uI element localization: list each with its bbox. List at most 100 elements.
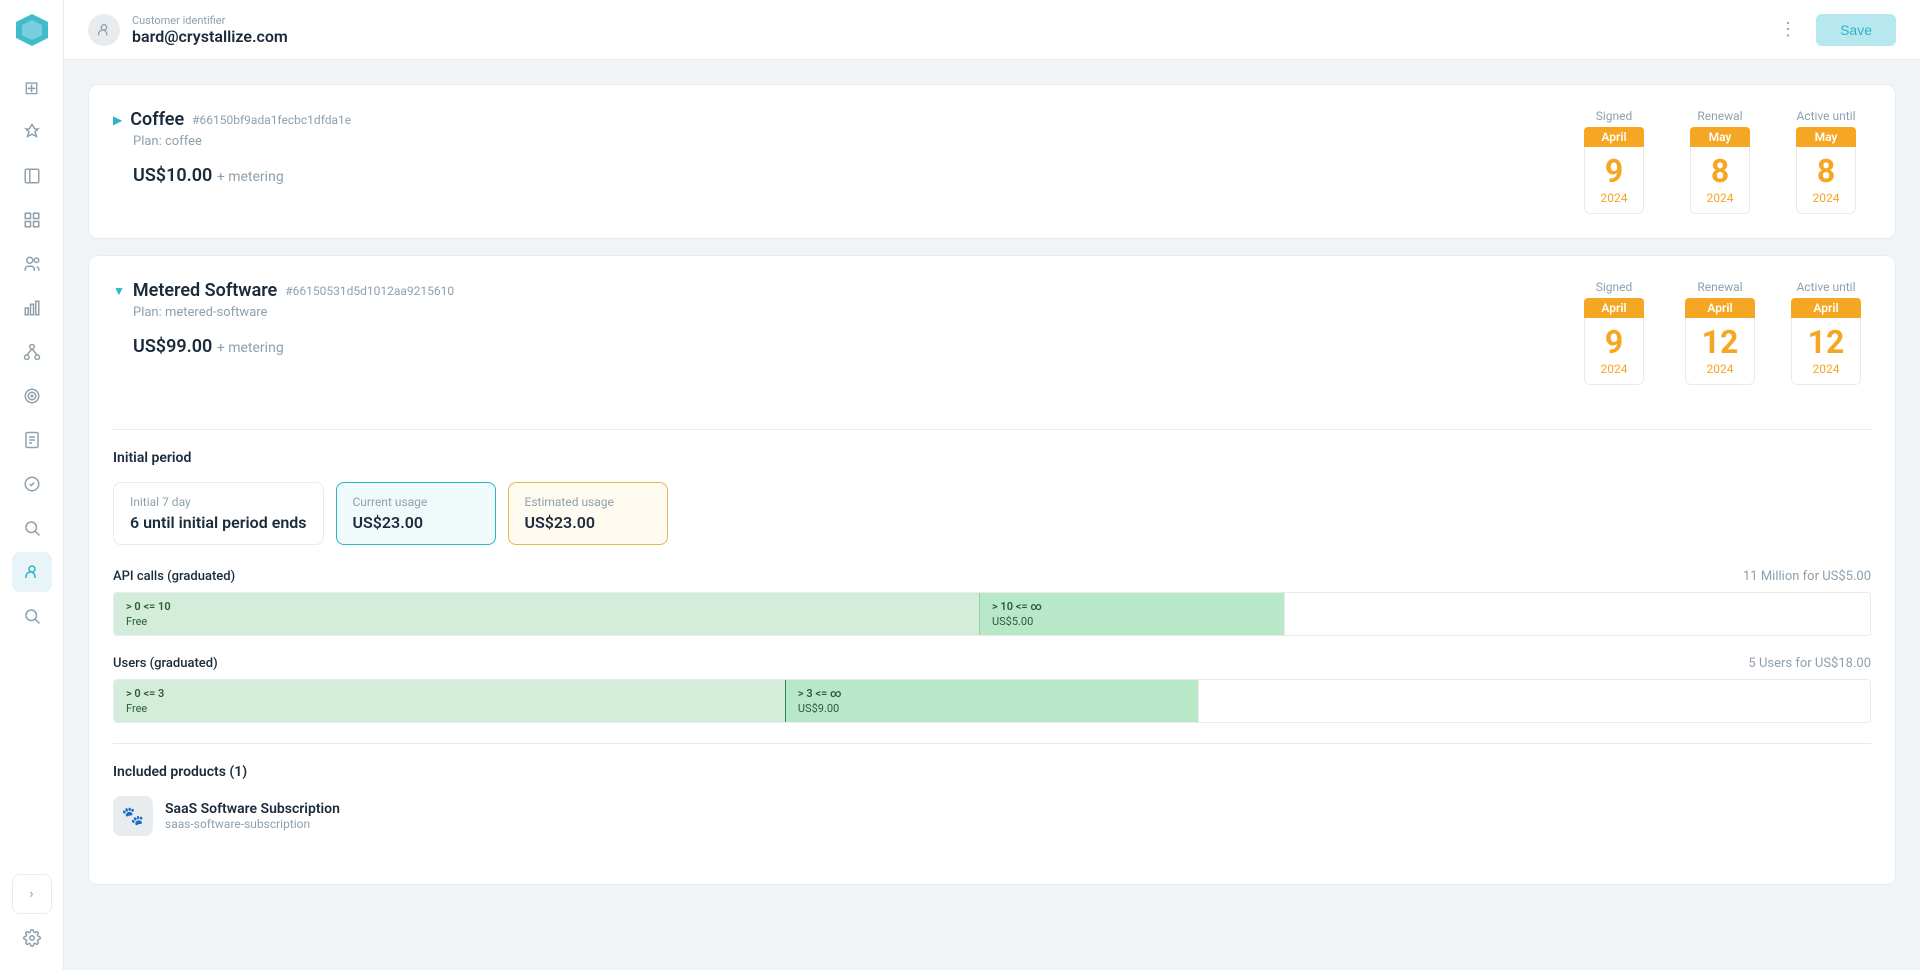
users-summary: 5 Users for US$18.00 [1748, 656, 1871, 671]
main-area: Customer identifier bard@crystallize.com… [64, 0, 1920, 970]
metered-software-active-until-year: 2024 [1808, 362, 1845, 376]
sidebar-item-chart[interactable] [12, 288, 52, 328]
initial-period-title: Initial period [113, 450, 1871, 466]
coffee-card-header: ▶ Coffee #66150bf9ada1fecbc1dfda1e Plan:… [113, 109, 1871, 214]
coffee-metering-label: + metering [217, 169, 284, 185]
included-products-section: Included products (1) 🐾 SaaS Software Su… [113, 764, 1871, 836]
api-calls-summary: 11 Million for US$5.00 [1743, 569, 1871, 584]
product-name: SaaS Software Subscription [165, 801, 340, 817]
customer-identifier-label: Customer identifier [132, 14, 288, 27]
coffee-renewal-day: 8 [1707, 155, 1734, 187]
metered-software-card-left: ▼ Metered Software #66150531d5d1012aa921… [113, 280, 454, 357]
metered-software-collapse-icon[interactable]: ▼ [113, 284, 125, 298]
metered-software-subscription-card: ▼ Metered Software #66150531d5d1012aa921… [88, 255, 1896, 885]
coffee-sub-price: US$10.00 + metering [133, 165, 351, 186]
metered-software-expanded-content: Initial period Initial 7 day 6 until ini… [89, 429, 1895, 884]
api-calls-paid-range: > 10 <= ∞ [992, 600, 1042, 613]
coffee-sub-id: #66150bf9ada1fecbc1dfda1e [192, 113, 351, 127]
save-button[interactable]: Save [1816, 14, 1896, 46]
users-free-range: > 0 <= 3 [126, 687, 164, 700]
sidebar-item-doc[interactable] [12, 420, 52, 460]
estimated-usage-card: Estimated usage US$23.00 [508, 482, 668, 545]
coffee-active-until-day: 8 [1813, 155, 1840, 187]
sidebar-item-customer[interactable] [12, 552, 52, 592]
coffee-collapse-icon[interactable]: ▶ [113, 113, 122, 127]
coffee-renewal-label: Renewal [1697, 109, 1742, 123]
header-info: Customer identifier bard@crystallize.com [132, 14, 288, 46]
metered-software-active-until-badge: April 12 2024 [1791, 298, 1862, 385]
api-calls-bar: > 0 <= 10 Free > 10 <= ∞ US$5.00 [113, 592, 1871, 636]
sidebar-item-search[interactable] [12, 508, 52, 548]
metered-software-active-until-day: 12 [1808, 326, 1845, 358]
coffee-active-until-year: 2024 [1813, 191, 1840, 205]
coffee-renewal-badge: May 8 2024 [1690, 127, 1751, 214]
coffee-signed-year: 2024 [1601, 191, 1628, 205]
metered-software-date-cols: Signed April 9 2024 Renewal April [1569, 280, 1871, 385]
product-info: SaaS Software Subscription saas-software… [165, 801, 340, 831]
coffee-active-until-month: May [1796, 127, 1857, 147]
customer-email: bard@crystallize.com [132, 27, 288, 46]
coffee-subscription-card: ▶ Coffee #66150bf9ada1fecbc1dfda1e Plan:… [88, 84, 1896, 239]
metered-software-signed-day: 9 [1601, 326, 1628, 358]
api-calls-free-price: Free [126, 615, 171, 628]
metered-software-title-row: ▼ Metered Software #66150531d5d1012aa921… [113, 280, 454, 301]
included-products-title: Included products (1) [113, 764, 1871, 780]
sidebar-item-dashboard[interactable]: ⊞ [12, 68, 52, 108]
metered-software-renewal-box: 12 2024 [1685, 318, 1756, 385]
estimated-usage-value: US$23.00 [525, 513, 651, 532]
coffee-signed-badge: April 9 2024 [1584, 127, 1645, 214]
coffee-active-until-label: Active until [1796, 109, 1855, 123]
content-area: ▶ Coffee #66150bf9ada1fecbc1dfda1e Plan:… [64, 60, 1920, 970]
divider-1 [113, 429, 1871, 430]
sidebar-item-grid[interactable] [12, 200, 52, 240]
metered-software-signed-box: 9 2024 [1584, 318, 1645, 385]
users-free-segment: > 0 <= 3 Free [114, 680, 785, 722]
coffee-active-until-box: 8 2024 [1796, 147, 1857, 214]
metered-software-active-until-col: Active until April 12 2024 [1781, 280, 1871, 385]
metered-software-renewal-year: 2024 [1702, 362, 1739, 376]
metered-software-renewal-month: April [1685, 298, 1756, 318]
sidebar-item-badge[interactable] [12, 464, 52, 504]
sidebar-expand-button[interactable]: › [12, 874, 52, 914]
users-header: Users (graduated) 5 Users for US$18.00 [113, 656, 1871, 671]
metered-software-sub-plan: Plan: metered-software [133, 305, 454, 320]
sidebar-item-target[interactable] [12, 376, 52, 416]
coffee-signed-box: 9 2024 [1584, 147, 1645, 214]
coffee-signed-label: Signed [1596, 109, 1633, 123]
divider-2 [113, 743, 1871, 744]
header-right: ⋮ Save [1772, 14, 1896, 46]
api-calls-free-segment: > 0 <= 10 Free [114, 593, 979, 635]
metered-software-sub-price: US$99.00 + metering [133, 336, 454, 357]
metered-software-active-until-label: Active until [1796, 280, 1855, 294]
header: Customer identifier bard@crystallize.com… [64, 0, 1920, 60]
metered-software-signed-month: April [1584, 298, 1645, 318]
sidebar-item-org[interactable] [12, 332, 52, 372]
api-calls-header: API calls (graduated) 11 Million for US$… [113, 569, 1871, 584]
coffee-active-until-col: Active until May 8 2024 [1781, 109, 1871, 214]
api-calls-usage-section: API calls (graduated) 11 Million for US$… [113, 569, 1871, 636]
metered-software-signed-col: Signed April 9 2024 [1569, 280, 1659, 385]
app-logo[interactable] [14, 12, 50, 48]
coffee-card-left: ▶ Coffee #66150bf9ada1fecbc1dfda1e Plan:… [113, 109, 351, 186]
sidebar-item-rocket[interactable] [12, 112, 52, 152]
sidebar-item-subscriptions[interactable] [12, 596, 52, 636]
more-options-button[interactable]: ⋮ [1772, 14, 1804, 46]
customer-avatar [88, 14, 120, 46]
coffee-signed-day: 9 [1601, 155, 1628, 187]
coffee-signed-col: Signed April 9 2024 [1569, 109, 1659, 214]
sidebar-item-users[interactable] [12, 244, 52, 284]
metered-software-metering-label: + metering [217, 340, 284, 356]
coffee-title-row: ▶ Coffee #66150bf9ada1fecbc1dfda1e [113, 109, 351, 130]
initial-7day-value: 6 until initial period ends [130, 513, 307, 532]
header-left: Customer identifier bard@crystallize.com [88, 14, 288, 46]
coffee-renewal-year: 2024 [1707, 191, 1734, 205]
metered-software-active-until-month: April [1791, 298, 1862, 318]
users-usage-section: Users (graduated) 5 Users for US$18.00 >… [113, 656, 1871, 723]
users-empty-segment [1198, 680, 1870, 722]
initial-period-section: Initial period Initial 7 day 6 until ini… [113, 450, 1871, 860]
users-title: Users (graduated) [113, 656, 218, 671]
sidebar-item-book[interactable] [12, 156, 52, 196]
metered-software-active-until-box: 12 2024 [1791, 318, 1862, 385]
sidebar-item-settings[interactable] [12, 918, 52, 958]
metered-software-signed-badge: April 9 2024 [1584, 298, 1645, 385]
